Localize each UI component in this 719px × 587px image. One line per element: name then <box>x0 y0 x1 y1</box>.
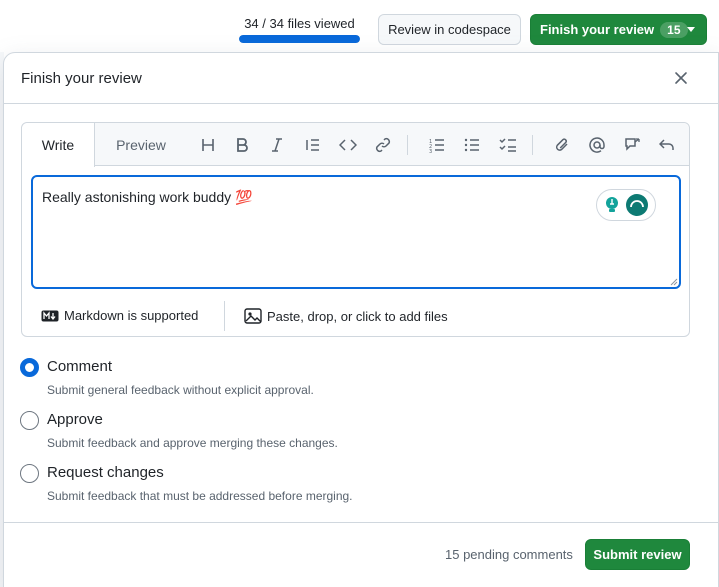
finish-review-label: Finish your review <box>540 22 655 37</box>
quote-icon[interactable] <box>302 134 324 156</box>
mention-icon[interactable] <box>586 134 608 156</box>
tab-preview[interactable]: Preview <box>101 123 181 166</box>
close-button[interactable] <box>668 65 694 91</box>
numbered-list-icon[interactable]: 123 <box>426 134 448 156</box>
finish-review-dialog: Finish your review Write Preview 1 2 3 R… <box>3 52 719 587</box>
toolbar-divider <box>532 135 533 155</box>
dialog-header: Finish your review <box>4 53 718 104</box>
add-files-button[interactable]: Paste, drop, or click to add files <box>244 308 448 324</box>
resize-grip-icon[interactable] <box>670 278 678 286</box>
comment-text: Really astonishing work buddy 💯 <box>42 189 253 205</box>
markdown-icon <box>41 310 59 322</box>
dialog-title: Finish your review <box>21 70 142 87</box>
image-icon <box>244 308 262 324</box>
tab-write[interactable]: Write <box>22 123 95 167</box>
pending-comments-text: 15 pending comments <box>445 547 573 562</box>
request-changes-description: Submit feedback that must be addressed b… <box>47 489 353 503</box>
approve-description: Submit feedback and approve merging thes… <box>47 436 338 450</box>
footer-divider <box>224 301 225 331</box>
toolbar-divider <box>407 135 408 155</box>
comment-description: Submit general feedback without explicit… <box>47 383 314 397</box>
add-files-note: Paste, drop, or click to add files <box>267 308 448 324</box>
copilot-assist-pill[interactable] <box>596 189 656 221</box>
finish-review-button[interactable]: Finish your review 15 <box>530 14 707 45</box>
submit-review-button[interactable]: Submit review <box>585 539 690 570</box>
svg-text:3: 3 <box>429 149 432 153</box>
editor-footer: Markdown is supported Paste, drop, or cl… <box>22 297 689 337</box>
comment-textarea[interactable]: Really astonishing work buddy 💯 <box>31 175 681 289</box>
files-viewed-progress <box>239 35 360 43</box>
bold-icon[interactable] <box>231 134 253 156</box>
approve-radio[interactable] <box>20 411 39 430</box>
caret-down-icon <box>682 20 700 38</box>
files-viewed-progress-fill <box>239 35 360 43</box>
comment-editor: Write Preview 123 Really astonishing wor… <box>21 122 690 337</box>
lightbulb-icon[interactable] <box>603 195 621 215</box>
review-in-codespace-button[interactable]: Review in codespace <box>378 14 521 45</box>
code-icon[interactable] <box>337 134 359 156</box>
loading-spinner-icon <box>625 193 649 217</box>
markdown-note: Markdown is supported <box>64 308 199 323</box>
files-viewed-text: 34 / 34 files viewed <box>244 16 355 31</box>
task-list-icon[interactable] <box>497 134 519 156</box>
attach-icon[interactable] <box>551 134 573 156</box>
markdown-supported-link[interactable]: Markdown is supported <box>41 308 198 323</box>
heading-icon[interactable] <box>197 134 219 156</box>
x-icon <box>674 71 688 85</box>
dialog-footer: 15 pending comments Submit review <box>4 522 718 587</box>
undo-icon[interactable] <box>656 134 678 156</box>
comment-label: Comment <box>47 358 113 375</box>
comment-radio[interactable] <box>20 358 39 377</box>
italic-icon[interactable] <box>266 134 288 156</box>
reference-icon[interactable] <box>621 134 643 156</box>
approve-label: Approve <box>47 411 103 428</box>
link-icon[interactable] <box>372 134 394 156</box>
request-changes-radio[interactable] <box>20 464 39 483</box>
editor-toolbar: Write Preview 123 <box>22 123 689 167</box>
request-changes-label: Request changes <box>47 464 164 481</box>
bullet-list-icon[interactable] <box>461 134 483 156</box>
